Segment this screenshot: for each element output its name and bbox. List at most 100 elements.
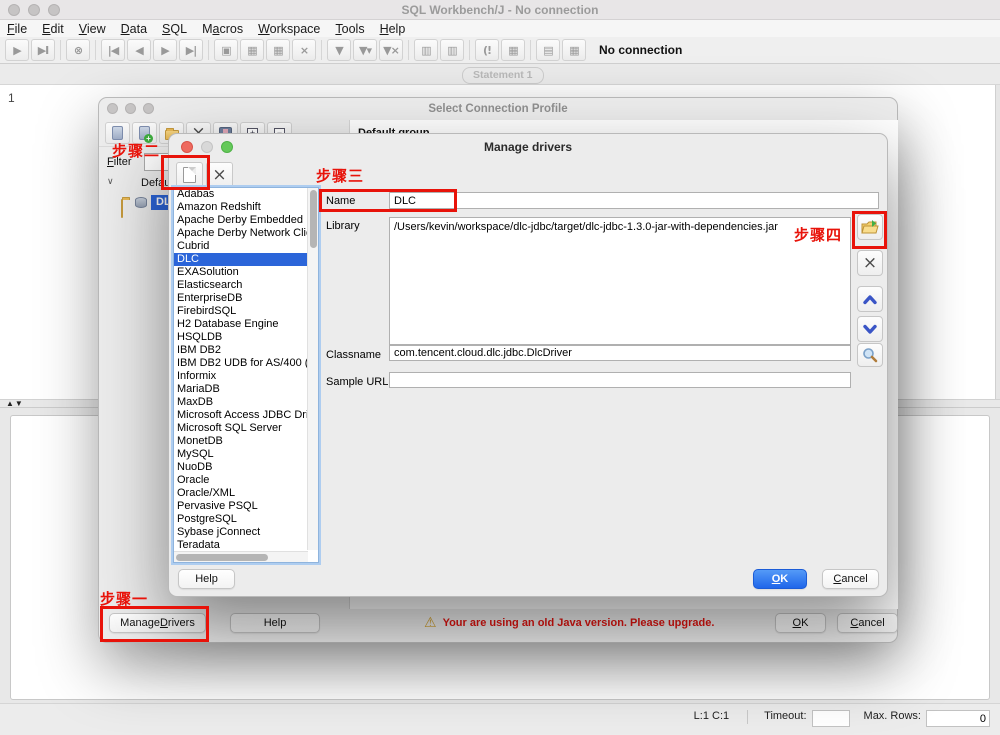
driver-list-item[interactable]: Apache Derby Embedded — [174, 214, 318, 227]
close-icon[interactable] — [181, 141, 193, 153]
new-tab-icon[interactable]: ▦ — [501, 39, 525, 61]
library-textarea[interactable]: /Users/kevin/workspace/dlc-jdbc/target/d… — [389, 217, 851, 345]
driver-list-item[interactable]: Microsoft Access JDBC Driver — [174, 409, 318, 422]
main-traffic-lights — [8, 4, 60, 16]
driver-list-item[interactable]: Cubrid — [174, 240, 318, 253]
menu-file[interactable]: File — [7, 22, 27, 36]
driver-list-item[interactable]: MySQL — [174, 448, 318, 461]
menu-sql[interactable]: SQL — [162, 22, 187, 36]
horizontal-scrollbar[interactable] — [174, 551, 308, 562]
profile-dialog-titlebar: Select Connection Profile — [99, 98, 897, 120]
driver-list-item[interactable]: Pervasive PSQL — [174, 500, 318, 513]
search-icon — [862, 347, 878, 363]
driver-list-item[interactable]: Microsoft SQL Server — [174, 422, 318, 435]
menu-workspace[interactable]: Workspace — [258, 22, 320, 36]
driver-list-item[interactable]: Elasticsearch — [174, 279, 318, 292]
rollback-icon[interactable]: ▥ — [440, 39, 464, 61]
cancel-button[interactable]: Cancel — [822, 569, 879, 589]
filter-icon[interactable]: ▼ — [327, 39, 351, 61]
help-button[interactable]: Help — [230, 613, 320, 633]
classname-input[interactable] — [389, 345, 851, 361]
menu-data[interactable]: Data — [121, 22, 147, 36]
tab-statement-1[interactable]: Statement 1 — [462, 67, 544, 84]
execute-current-icon[interactable]: ▶I — [31, 39, 55, 61]
menu-macros[interactable]: Macros — [202, 22, 243, 36]
driver-list-item[interactable]: Oracle/XML — [174, 487, 318, 500]
maximize-icon[interactable] — [48, 4, 60, 16]
minimize-icon[interactable] — [28, 4, 40, 16]
scrollbar-thumb[interactable] — [310, 190, 317, 248]
driver-list-item[interactable]: Amazon Redshift — [174, 201, 318, 214]
driver-list-item[interactable]: Sybase jConnect — [174, 526, 318, 539]
minimize-icon[interactable] — [201, 141, 213, 153]
toolbar-separator — [530, 40, 531, 60]
delete-driver-button[interactable]: × — [206, 162, 233, 188]
db-explorer-icon[interactable]: ▤ — [536, 39, 560, 61]
database-icon — [135, 197, 147, 208]
maxrows-input[interactable] — [926, 710, 990, 727]
splitter-arrows-icon[interactable]: ▲▼ — [6, 399, 24, 408]
step1-label: 步骤一 — [100, 588, 148, 609]
disconnect-icon[interactable]: (! — [475, 39, 499, 61]
driver-list-item[interactable]: MaxDB — [174, 396, 318, 409]
table-search-icon[interactable]: ▦ — [562, 39, 586, 61]
save-icon[interactable]: ▣ — [214, 39, 238, 61]
menu-tools[interactable]: Tools — [335, 22, 364, 36]
maximize-icon[interactable] — [221, 141, 233, 153]
close-icon[interactable] — [107, 103, 118, 114]
update-db-icon[interactable]: ▦ — [240, 39, 264, 61]
statusbar-divider — [747, 710, 748, 724]
driver-list-item[interactable]: H2 Database Engine — [174, 318, 318, 331]
remove-library-button[interactable]: × — [857, 250, 883, 276]
name-input[interactable] — [389, 192, 879, 209]
driver-list[interactable]: AdabasAmazon RedshiftApache Derby Embedd… — [173, 187, 319, 563]
driver-list-item[interactable]: FirebirdSQL — [174, 305, 318, 318]
vertical-scrollbar[interactable] — [307, 188, 318, 550]
driver-list-item[interactable]: PostgreSQL — [174, 513, 318, 526]
delete-row-icon[interactable]: × — [292, 39, 316, 61]
prev-row-icon[interactable]: ◀ — [127, 39, 151, 61]
search-classname-button[interactable] — [857, 343, 883, 367]
scrollbar-thumb[interactable] — [176, 554, 268, 561]
execute-icon[interactable]: ▶ — [5, 39, 29, 61]
driver-list-item[interactable]: EnterpriseDB — [174, 292, 318, 305]
menu-view[interactable]: View — [79, 22, 106, 36]
driver-list-item[interactable]: NuoDB — [174, 461, 318, 474]
ok-button[interactable]: OK — [775, 613, 826, 633]
step1-highlight-box — [100, 606, 209, 642]
sample-url-input[interactable] — [389, 372, 851, 388]
maximize-icon[interactable] — [143, 103, 154, 114]
move-up-button[interactable] — [857, 286, 883, 312]
drivers-traffic-lights — [181, 141, 233, 153]
filter-dropdown-icon[interactable]: ▼▾ — [353, 39, 377, 61]
status-bar: L:1 C:1 Timeout: Max. Rows: — [0, 703, 1000, 735]
driver-list-item[interactable]: Apache Derby Network Client — [174, 227, 318, 240]
driver-list-item[interactable]: MariaDB — [174, 383, 318, 396]
driver-list-item[interactable]: MonetDB — [174, 435, 318, 448]
move-down-button[interactable] — [857, 316, 883, 342]
menu-edit[interactable]: Edit — [42, 22, 64, 36]
driver-list-item[interactable]: EXASolution — [174, 266, 318, 279]
cursor-position: L:1 C:1 — [694, 710, 729, 722]
reset-filter-icon[interactable]: ▼× — [379, 39, 403, 61]
last-row-icon[interactable]: ▶| — [179, 39, 203, 61]
driver-list-item[interactable]: IBM DB2 — [174, 344, 318, 357]
close-icon[interactable] — [8, 4, 20, 16]
driver-list-item[interactable]: HSQLDB — [174, 331, 318, 344]
first-row-icon[interactable]: |◀ — [101, 39, 125, 61]
timeout-input[interactable] — [812, 710, 850, 727]
driver-list-item[interactable]: Informix — [174, 370, 318, 383]
minimize-icon[interactable] — [125, 103, 136, 114]
help-button[interactable]: Help — [178, 569, 235, 589]
driver-list-item[interactable]: Oracle — [174, 474, 318, 487]
insert-row-icon[interactable]: ▦ — [266, 39, 290, 61]
driver-list-item[interactable]: IBM DB2 UDB for AS/400 (iSeries) — [174, 357, 318, 370]
menu-help[interactable]: Help — [380, 22, 406, 36]
driver-list-item[interactable]: DLC — [174, 253, 318, 266]
cancel-execute-icon[interactable]: ⊗ — [66, 39, 90, 61]
commit-icon[interactable]: ▥ — [414, 39, 438, 61]
next-row-icon[interactable]: ▶ — [153, 39, 177, 61]
cancel-button[interactable]: Cancel — [837, 613, 898, 633]
ok-button[interactable]: OK — [753, 569, 807, 589]
chevron-down-icon[interactable]: ∨ — [107, 176, 114, 187]
